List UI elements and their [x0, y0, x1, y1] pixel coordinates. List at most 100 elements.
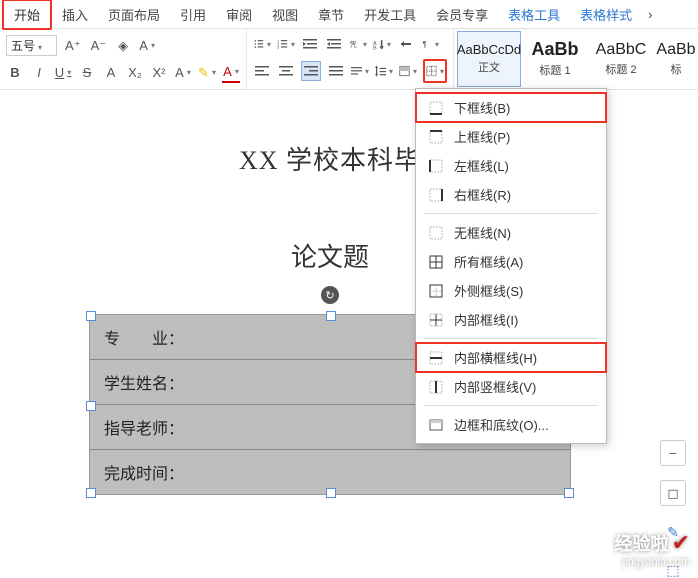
tab-insert[interactable]: 插入 — [52, 1, 98, 28]
text-effects-button[interactable]: A — [102, 64, 120, 82]
menu-separator — [424, 405, 598, 406]
style-label: 标 — [671, 61, 682, 77]
clear-format-button[interactable]: ◈ — [114, 37, 132, 55]
align-distribute-button[interactable] — [351, 62, 369, 80]
menu-label: 左框线(L) — [454, 156, 509, 175]
menu-label: 下框线(B) — [454, 98, 510, 117]
decrease-font-button[interactable]: A⁻ — [89, 37, 109, 55]
tab-tablestyle[interactable]: 表格样式 — [570, 1, 642, 28]
check-icon: ✔ — [672, 530, 690, 555]
menu-border-outside[interactable]: 外侧框线(S) — [416, 276, 606, 305]
resize-handle[interactable] — [86, 311, 96, 321]
svg-text:笐: 笐 — [350, 39, 357, 48]
borders-dropdown-button[interactable] — [423, 59, 447, 83]
menu-separator — [424, 213, 598, 214]
tab-start[interactable]: 开始 — [2, 0, 52, 30]
borders-dialog-icon — [428, 417, 444, 433]
border-inside-v-icon — [428, 379, 444, 395]
side-collapse-button[interactable]: − — [660, 440, 686, 466]
line-spacing-button[interactable] — [375, 62, 393, 80]
menu-label: 内部框线(I) — [454, 310, 518, 329]
tab-tabletool[interactable]: 表格工具 — [498, 1, 570, 28]
decrease-indent-button[interactable] — [301, 35, 319, 53]
style-normal[interactable]: AaBbCcDd 正文 — [457, 31, 521, 87]
menu-label: 无框线(N) — [454, 223, 511, 242]
resize-handle[interactable] — [86, 401, 96, 411]
underline-button[interactable]: U — [54, 64, 72, 82]
highlight-button[interactable]: ✎ — [198, 64, 216, 82]
svg-text:3: 3 — [277, 45, 279, 50]
menu-border-inside[interactable]: 内部框线(I) — [416, 305, 606, 334]
subscript-button[interactable]: X₂ — [126, 64, 144, 82]
numbering-button[interactable]: 123 — [277, 35, 295, 53]
tab-member[interactable]: 会员专享 — [426, 1, 498, 28]
rotate-handle-icon[interactable]: ↻ — [321, 286, 339, 304]
align-justify-button[interactable] — [327, 62, 345, 80]
watermark-name: 经验啦 — [615, 534, 669, 554]
bold-button[interactable]: B — [6, 64, 24, 82]
menu-border-right[interactable]: 右框线(R) — [416, 180, 606, 209]
tab-review[interactable]: 审阅 — [216, 1, 262, 28]
menu-label: 所有框线(A) — [454, 252, 523, 271]
style-sample: AaBb — [531, 40, 578, 60]
menu-borders-dialog[interactable]: 边框和底纹(O)... — [416, 410, 606, 439]
tabs-button[interactable]: ¶ — [421, 35, 439, 53]
menu-border-all[interactable]: 所有框线(A) — [416, 247, 606, 276]
tab-layout[interactable]: 页面布局 — [98, 1, 170, 28]
tab-reference[interactable]: 引用 — [170, 1, 216, 28]
increase-indent-button[interactable] — [325, 35, 343, 53]
font-size-selector[interactable]: 五号 — [6, 35, 57, 56]
tab-chapter[interactable]: 章节 — [308, 1, 354, 28]
border-inside-icon — [428, 312, 444, 328]
resize-handle[interactable] — [564, 488, 574, 498]
style-sample: AaBbC — [596, 41, 647, 59]
font-outline-button[interactable]: A — [174, 64, 192, 82]
style-label: 标题 1 — [539, 62, 570, 78]
menu-separator — [424, 338, 598, 339]
resize-handle[interactable] — [326, 488, 336, 498]
styles-gallery: AaBbCcDd 正文 AaBb 标题 1 AaBbC 标题 2 AaBb 标 — [454, 29, 698, 89]
borders-dropdown-menu: 下框线(B) 上框线(P) 左框线(L) 右框线(R) 无框线(N) 所有框线(… — [415, 88, 607, 444]
tab-dev[interactable]: 开发工具 — [354, 1, 426, 28]
text-direction-button[interactable]: 笐 — [349, 35, 367, 53]
show-marks-button[interactable] — [397, 35, 415, 53]
align-center-button[interactable] — [277, 62, 295, 80]
resize-handle[interactable] — [326, 311, 336, 321]
svg-text:B: B — [373, 45, 377, 51]
tab-more[interactable]: › — [642, 3, 658, 26]
watermark: 经验啦 ✔ jingyanla.com — [615, 530, 691, 568]
superscript-button[interactable]: X² — [150, 64, 168, 82]
border-all-icon — [428, 254, 444, 270]
change-case-button[interactable]: A — [138, 37, 156, 55]
align-left-button[interactable] — [253, 62, 271, 80]
watermark-url: jingyanla.com — [623, 556, 690, 568]
style-heading2[interactable]: AaBbC 标题 2 — [589, 31, 653, 87]
bullets-button[interactable] — [253, 35, 271, 53]
align-right-button[interactable] — [301, 61, 321, 81]
menu-border-left[interactable]: 左框线(L) — [416, 151, 606, 180]
border-left-icon — [428, 158, 444, 174]
resize-handle[interactable] — [86, 488, 96, 498]
border-none-icon — [428, 225, 444, 241]
border-inside-h-icon — [428, 350, 444, 366]
menu-border-bottom[interactable]: 下框线(B) — [416, 93, 606, 122]
style-sample: AaBb — [656, 41, 695, 59]
tab-view[interactable]: 视图 — [262, 1, 308, 28]
menu-border-top[interactable]: 上框线(P) — [416, 122, 606, 151]
style-label: 正文 — [478, 59, 500, 75]
side-layout-button[interactable]: ◻ — [660, 480, 686, 506]
style-heading3[interactable]: AaBb 标 — [655, 31, 697, 87]
menu-border-none[interactable]: 无框线(N) — [416, 218, 606, 247]
menu-border-inside-horizontal[interactable]: 内部横框线(H) — [416, 343, 606, 372]
sort-button[interactable]: AB — [373, 35, 391, 53]
style-heading1[interactable]: AaBb 标题 1 — [523, 31, 587, 87]
menu-border-inside-vertical[interactable]: 内部竖框线(V) — [416, 372, 606, 401]
style-label: 标题 2 — [605, 61, 636, 77]
style-sample: AaBbCcDd — [457, 43, 521, 57]
shading-button[interactable] — [399, 62, 417, 80]
font-color-button[interactable]: A — [222, 63, 240, 83]
strike-button[interactable]: S — [78, 64, 96, 82]
increase-font-button[interactable]: A⁺ — [63, 37, 83, 55]
italic-button[interactable]: I — [30, 64, 48, 82]
menu-label: 内部横框线(H) — [454, 348, 537, 367]
